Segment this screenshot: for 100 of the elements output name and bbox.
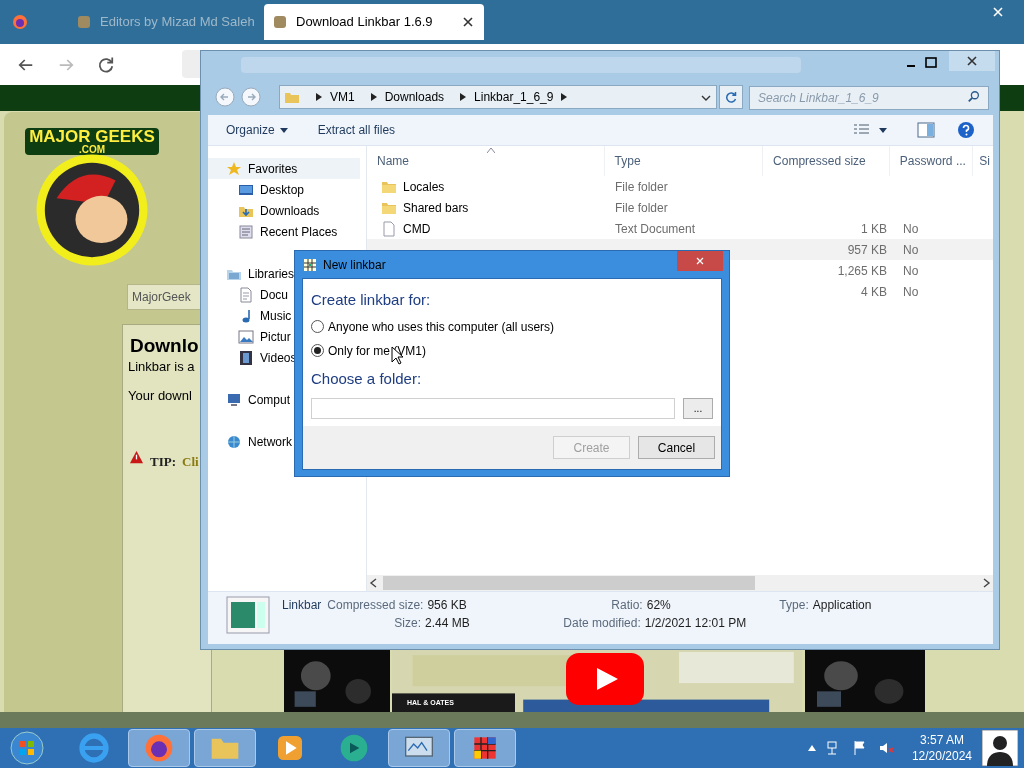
- file-type: File folder: [615, 200, 668, 215]
- section-heading: Create linkbar for:: [311, 290, 432, 310]
- caret-icon: [279, 127, 288, 133]
- file-size: 1 KB: [861, 221, 887, 236]
- tab-favicon-icon: [272, 14, 288, 30]
- maximize-icon[interactable]: [923, 55, 939, 71]
- detail-value: 62%: [646, 597, 671, 614]
- chevron-right-icon[interactable]: [561, 93, 568, 101]
- file-name: Linkbar: [282, 597, 322, 614]
- picture-icon: [238, 328, 254, 345]
- file-row[interactable]: Shared bars File folder: [367, 197, 993, 218]
- option-label[interactable]: Anyone who uses this computer (all users): [328, 317, 555, 336]
- play-icon[interactable]: [566, 653, 644, 705]
- radio-button[interactable]: [311, 344, 324, 357]
- password-status: No: [903, 242, 919, 257]
- chevron-right-icon[interactable]: [370, 93, 377, 101]
- nav-item[interactable]: Network: [208, 431, 360, 452]
- browser-icon[interactable]: [128, 729, 190, 767]
- file-name: Shared bars: [403, 199, 469, 217]
- password-status: No: [903, 221, 919, 236]
- search-field[interactable]: Search Linkbar_1_6_9: [749, 86, 989, 110]
- password-status: No: [903, 284, 919, 299]
- file-size: 4 KB: [861, 284, 887, 299]
- horizontal-scrollbar[interactable]: [367, 575, 993, 591]
- chevron-right-icon[interactable]: [460, 93, 467, 101]
- computer-icon: [226, 391, 242, 408]
- radio-button[interactable]: [311, 320, 324, 333]
- monitor-icon[interactable]: [388, 729, 450, 767]
- column-header[interactable]: Password ...: [889, 146, 974, 176]
- file-type: Text Document: [615, 221, 696, 236]
- user-avatar-icon[interactable]: [982, 730, 1018, 766]
- grid-icon: [303, 257, 317, 272]
- dialog-button[interactable]: Cancel: [638, 436, 715, 459]
- network-icon: [226, 433, 242, 450]
- close-button[interactable]: [949, 51, 995, 71]
- cube-icon[interactable]: [454, 729, 516, 767]
- browse-button[interactable]: ...: [683, 398, 713, 419]
- browser-logo-icon[interactable]: [12, 14, 28, 30]
- chevron-right-icon[interactable]: [316, 93, 322, 101]
- application-icon: [226, 596, 270, 634]
- search-icon[interactable]: [967, 90, 981, 104]
- detail-label: Compressed size:: [327, 597, 424, 614]
- page-heading: Downlo: [130, 334, 199, 358]
- column-header[interactable]: Si: [973, 146, 993, 176]
- search-field[interactable]: MajorGeek: [127, 284, 200, 310]
- detail-value: Application: [812, 597, 872, 614]
- organize-menu[interactable]: Organize: [226, 121, 288, 139]
- start-button-icon[interactable]: [10, 731, 44, 765]
- intro-text: Linkbar is a: [128, 358, 195, 376]
- flag-icon[interactable]: [851, 740, 868, 756]
- detail-value: 2.44 MB: [425, 615, 470, 632]
- logo-subtitle: .COM: [78, 145, 106, 155]
- warning-icon: [128, 450, 145, 465]
- browser-tab[interactable]: Download Linkbar 1.6.9: [264, 4, 484, 40]
- clock[interactable]: 3:57 AM 12/20/2024: [911, 732, 972, 764]
- star-icon: [226, 160, 242, 177]
- detail-label: Type:: [779, 597, 809, 614]
- file-size: 1,265 KB: [837, 263, 887, 278]
- show-hidden-icons-icon[interactable]: [807, 745, 816, 751]
- detail-value: 1/2/2021 12:01 PM: [644, 615, 747, 632]
- caret-icon[interactable]: [879, 127, 887, 133]
- video-icon: [238, 349, 254, 366]
- muted-speaker-icon[interactable]: [877, 740, 894, 756]
- folder-path-field[interactable]: [311, 398, 675, 419]
- tab-title: Editors by Mizad Md Saleh: [100, 13, 255, 32]
- column-header[interactable]: Name: [367, 146, 605, 176]
- nav-item[interactable]: Desktop: [208, 179, 360, 200]
- detail-label: Ratio:: [611, 597, 643, 614]
- horizontal-scrollbar[interactable]: [0, 712, 1024, 728]
- breadcrumb-item[interactable]: Linkbar_1_6_9: [474, 88, 554, 106]
- logo-title: MAJOR GEEKS: [29, 128, 155, 145]
- file-name: CMD: [403, 220, 431, 238]
- nav-item[interactable]: Recent Places: [208, 221, 360, 242]
- recent-icon: [238, 223, 254, 240]
- nav-item[interactable]: Comput: [208, 389, 360, 410]
- detail-label: Date modified:: [563, 615, 641, 632]
- column-header[interactable]: Type: [604, 146, 764, 176]
- address-bar[interactable]: VM1 Downloads Linkbar_1_6_9: [279, 85, 717, 109]
- close-icon: [694, 255, 706, 267]
- detail-value: 956 KB: [427, 597, 467, 614]
- file-row[interactable]: CMD Text Document 1 KB No: [367, 218, 993, 239]
- file-type: File folder: [615, 179, 668, 194]
- nav-item[interactable]: Favorites: [208, 158, 360, 179]
- detail-label: Size:: [394, 615, 422, 632]
- refresh-button[interactable]: [719, 85, 743, 109]
- file-size: 957 KB: [847, 242, 887, 257]
- toolbar-button[interactable]: Extract all files: [317, 121, 396, 139]
- refresh-icon: [725, 91, 737, 103]
- help-icon[interactable]: [957, 121, 975, 139]
- scrollbar-thumb[interactable]: [383, 576, 755, 590]
- download-text: Your downl: [128, 387, 192, 405]
- password-status: No: [903, 263, 919, 278]
- breadcrumb-item[interactable]: VM1: [330, 88, 355, 106]
- file-name: Locales: [403, 178, 445, 196]
- column-header[interactable]: Compressed size: [763, 146, 890, 176]
- nav-item[interactable]: Downloads: [208, 200, 360, 221]
- breadcrumb-item[interactable]: Downloads: [384, 88, 445, 106]
- file-row[interactable]: Locales File folder: [367, 176, 993, 197]
- tip-label: TIP:: [150, 453, 176, 471]
- tab-favicon-icon: [76, 14, 92, 30]
